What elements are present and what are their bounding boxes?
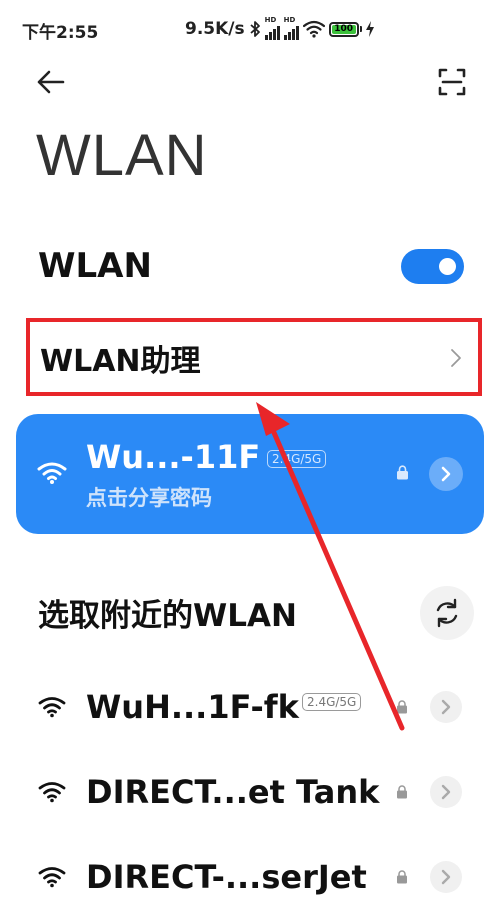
wlan-toggle[interactable] [401,249,464,284]
network-details-button[interactable] [430,861,462,893]
lock-icon [397,785,407,799]
status-indicators: 9.5K/s HD HD 100 [185,16,374,42]
battery-level: 100 [331,24,356,34]
network-name: DIRECT...et Tank [86,773,380,811]
network-list-item[interactable]: DIRECT...et Tank [0,761,500,825]
battery-icon: 100 [328,21,362,37]
band-badge: 2.4G/5G [267,450,327,468]
scan-icon [438,68,466,96]
wifi-icon [38,697,66,718]
band-badge: 2.4G/5G [302,693,362,711]
toggle-knob [439,258,456,275]
back-arrow-icon [37,70,65,94]
refresh-icon [436,598,458,628]
connected-network-card[interactable]: Wu...-11F 2.4G/5G 点击分享密码 [16,414,484,534]
charging-icon [365,21,374,37]
lock-icon [397,700,407,714]
nearby-networks-title: 选取附近的WLAN [38,598,297,634]
chevron-right-icon [441,699,451,715]
status-time: 下午2:55 [22,23,99,43]
lock-icon [397,465,408,480]
wifi-icon [38,867,66,888]
connected-network-name: Wu...-11F [86,438,261,476]
scan-button[interactable] [430,62,474,102]
signal-strength-icon: HD [264,16,280,40]
refresh-button[interactable] [420,586,474,640]
wifi-status-icon [302,20,325,38]
lock-icon [397,870,407,884]
wlan-assistant-item[interactable]: WLAN助理 [26,318,482,396]
signal-strength-icon-2: HD [283,16,299,40]
network-list-item[interactable]: DIRECT-...serJet [0,846,500,910]
wlan-switch-label: WLAN [38,246,152,286]
wifi-icon [37,462,67,484]
network-details-button[interactable] [430,776,462,808]
network-speed: 9.5K/s [185,19,245,39]
network-details-button[interactable] [429,457,463,491]
network-name: DIRECT-...serJet [86,858,367,896]
wifi-icon [38,782,66,803]
network-details-button[interactable] [430,691,462,723]
page-title: WLAN [36,123,208,188]
chevron-right-icon [441,784,451,800]
chevron-right-icon [441,869,451,885]
network-list-item[interactable]: WuH...1F-fk 2.4G/5G [0,676,500,740]
share-password-hint: 点击分享密码 [86,486,212,510]
chevron-right-icon [451,349,461,367]
wlan-assistant-label: WLAN助理 [40,344,201,379]
chevron-right-icon [441,466,451,482]
bluetooth-icon [250,21,260,37]
back-button[interactable] [30,62,70,102]
network-name: WuH...1F-fk [86,688,299,726]
